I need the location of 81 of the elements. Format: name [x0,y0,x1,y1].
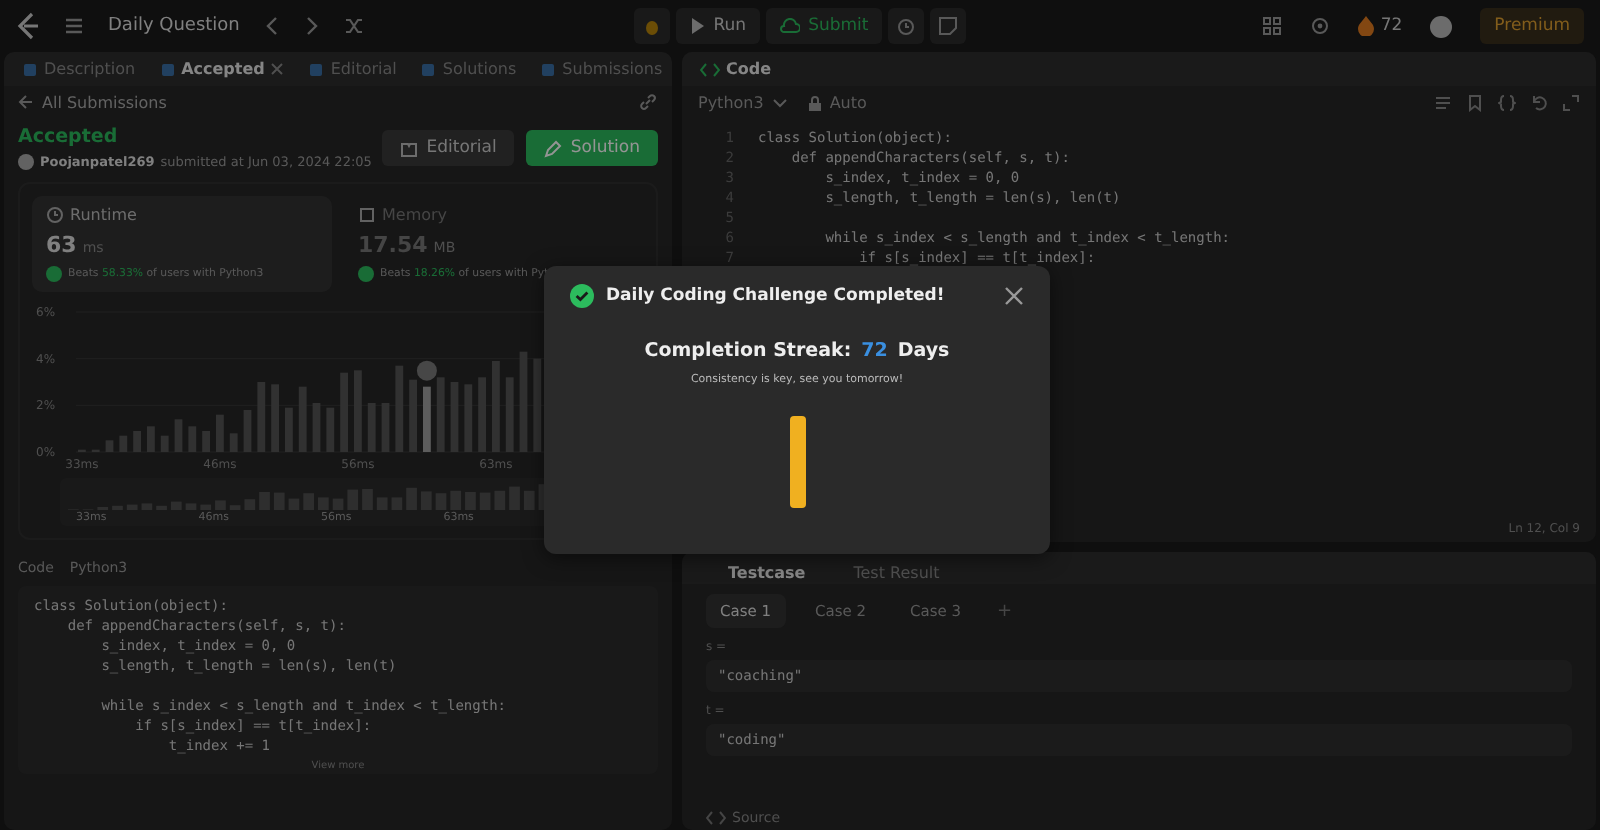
problem-title[interactable]: Daily Question [108,16,240,36]
back-link[interactable]: All Submissions [18,93,167,111]
bar[interactable] [450,382,459,452]
bar[interactable] [326,407,335,452]
close-icon[interactable] [270,62,285,76]
panel-tab[interactable]: Code [694,60,778,78]
reset-icon[interactable] [1530,94,1548,112]
stat-value: 63 [46,232,77,258]
streak-unit: Days [897,340,950,362]
check-circle-icon [358,266,374,282]
bar[interactable] [298,386,307,452]
tab-icon [420,61,437,77]
bar[interactable] [505,377,514,452]
bar[interactable] [257,382,266,452]
chevron-down-icon [771,97,788,109]
tab-icon [308,61,325,77]
bar[interactable] [312,403,321,452]
check-circle-icon [570,284,594,308]
bar[interactable] [119,435,128,452]
bar[interactable] [243,410,252,452]
code-icon [700,61,720,77]
format-icon[interactable] [1434,94,1452,112]
premium-button[interactable]: Premium [1480,8,1584,44]
chip-icon [358,206,376,224]
layout-icon[interactable] [1262,16,1283,36]
expand-icon[interactable] [1562,94,1580,112]
bar[interactable] [229,433,238,452]
bar[interactable] [533,358,542,452]
streak-counter[interactable]: 72 [1358,16,1403,36]
avatar [18,154,34,170]
highlighted-bar[interactable] [423,386,431,452]
auto-mode-toggle[interactable]: Auto [807,94,867,112]
bar[interactable] [519,351,528,452]
tab-icon [22,61,38,77]
cloud-upload-icon [780,18,801,34]
bar[interactable] [395,365,404,452]
list-icon[interactable] [64,16,84,36]
dialog-title: Daily Coding Challenge Completed! [606,286,947,306]
check-circle-icon [46,266,62,282]
fire-icon [1358,16,1375,36]
panel-tab[interactable]: Accepted [153,60,291,78]
bar[interactable] [160,435,169,452]
editorial-button[interactable]: Editorial [382,130,515,166]
settings-icon[interactable] [1310,16,1331,36]
bar[interactable] [174,419,183,452]
bar[interactable] [367,403,376,452]
add-case-button[interactable]: + [991,601,1019,621]
bar[interactable] [188,426,197,452]
avatar [416,360,437,381]
note-icon[interactable] [930,8,967,44]
tab-icon [540,61,557,77]
submit-button[interactable]: Submit [766,8,883,44]
bookmark-icon[interactable] [1466,94,1484,112]
code-icon [706,810,726,826]
lock-icon [807,95,822,111]
language-dropdown[interactable]: Python3 [698,94,788,112]
link-icon[interactable] [638,92,658,112]
alarm-clock-icon[interactable] [888,8,925,44]
panel-tab[interactable]: Testcase [722,563,812,581]
stat-label: Runtime [70,206,137,224]
close-icon[interactable] [1004,286,1024,306]
streak-label: Completion Streak: [644,340,852,362]
tab-icon [159,61,176,77]
braces-icon[interactable] [1498,94,1516,112]
bar[interactable] [105,440,114,452]
bar[interactable] [381,403,390,452]
streak-count: 72 [861,340,888,362]
avatar[interactable] [1430,15,1453,37]
chevron-left-icon[interactable] [263,16,280,36]
shuffle-icon[interactable] [343,16,364,36]
chevron-right-icon[interactable] [303,16,320,36]
bar[interactable] [464,384,473,452]
clock-icon [46,206,64,224]
solution-button[interactable]: Solution [526,130,658,166]
play-icon [689,18,706,34]
bar[interactable] [436,377,445,452]
status-label: Accepted [18,126,120,148]
arrow-left-icon [18,94,34,110]
streak-bar-drawing [789,416,805,508]
pencil-icon [544,139,563,157]
run-button[interactable]: Run [675,8,761,44]
